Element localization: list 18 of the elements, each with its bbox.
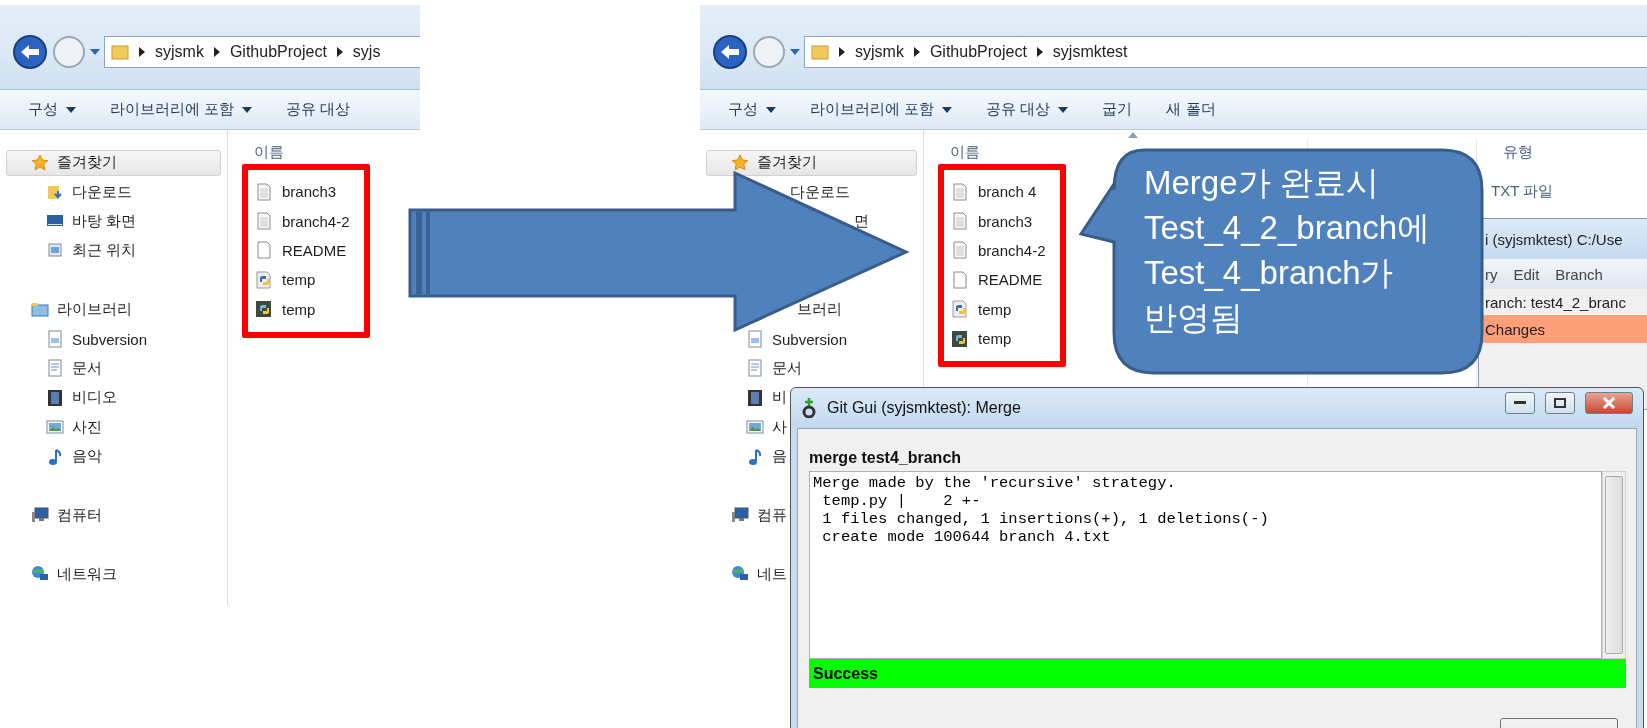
- log-line: 1 files changed, 1 insertions(+), 1 deletions(-): [821, 510, 1270, 528]
- current-branch: ranch: test4_2_branc: [1484, 292, 1627, 313]
- status-bar: Success: [809, 659, 1626, 688]
- nav-label: 네트: [757, 564, 787, 584]
- log-line: Merge made by the 'recursive' strategy.: [813, 474, 1177, 492]
- nav-label: 네트워크: [57, 564, 117, 584]
- file-type: TXT 파일: [1491, 181, 1555, 202]
- nav-label: 컴퓨: [757, 505, 787, 525]
- nav-label: 브러리: [796, 300, 842, 320]
- nav-label: 라이브러리: [57, 300, 132, 320]
- log-line: temp.py | 2 +-: [821, 492, 982, 510]
- callout-text: Merge가 완료시 Test_4_2_branch에 Test_4_branch가 반영됨: [1144, 163, 1432, 338]
- nav-label: 즐겨찾기: [757, 153, 817, 173]
- nav-label: 컴퓨터: [57, 505, 102, 525]
- nav-label: 즐겨찾기: [57, 153, 117, 173]
- log-line: create mode 100644 branch 4.txt: [821, 528, 1112, 546]
- dialog-heading: merge test4_branch: [809, 448, 963, 468]
- window-title: Git Gui (syjsmktest): Merge: [827, 399, 1022, 417]
